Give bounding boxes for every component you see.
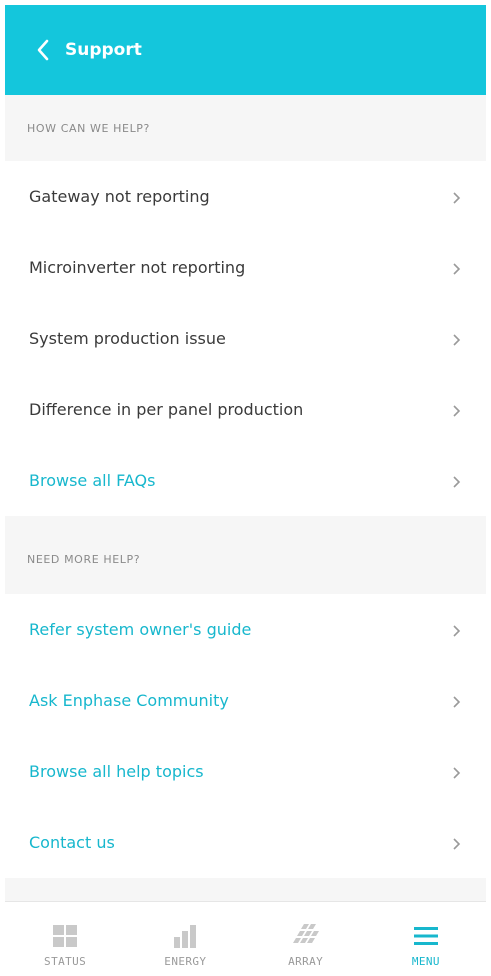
list-item-label: Contact us [29, 833, 115, 852]
more-help-list: Refer system owner's guide Ask Enphase C… [5, 594, 486, 878]
list-item-contact-us[interactable]: Contact us [5, 807, 486, 878]
chevron-right-icon [452, 765, 462, 779]
chevron-right-icon [452, 261, 462, 275]
app-screen: Support HOW CAN WE HELP? Gateway not rep… [5, 5, 486, 971]
list-item-label: Browse all help topics [29, 762, 204, 781]
list-item-browse-faqs[interactable]: Browse all FAQs [5, 445, 486, 516]
app-header: Support [5, 5, 486, 95]
chevron-left-icon[interactable] [35, 38, 51, 62]
list-item-gateway[interactable]: Gateway not reporting [5, 161, 486, 232]
tab-menu[interactable]: MENU [366, 902, 486, 971]
tab-label: STATUS [44, 955, 87, 968]
menu-hamburger-icon [412, 923, 440, 949]
tab-label: MENU [411, 955, 440, 968]
list-item-production-issue[interactable]: System production issue [5, 303, 486, 374]
tab-status[interactable]: STATUS [5, 902, 125, 971]
section-heading-more-help: NEED MORE HELP? [27, 553, 141, 566]
chevron-right-icon [452, 623, 462, 637]
chevron-right-icon [452, 836, 462, 850]
list-item-community[interactable]: Ask Enphase Community [5, 665, 486, 736]
tab-label: ENERGY [164, 955, 207, 968]
list-item-label: Difference in per panel production [29, 400, 304, 419]
section-heading-help: HOW CAN WE HELP? [27, 122, 150, 135]
list-item-label: Microinverter not reporting [29, 258, 246, 277]
tab-energy[interactable]: ENERGY [125, 902, 245, 971]
list-item-help-topics[interactable]: Browse all help topics [5, 736, 486, 807]
list-item-panel-difference[interactable]: Difference in per panel production [5, 374, 486, 445]
bottom-tab-bar: STATUS ENERGY ARRAY MENU [5, 901, 486, 971]
list-item-label: Refer system owner's guide [29, 620, 252, 639]
list-item-microinverter[interactable]: Microinverter not reporting [5, 232, 486, 303]
list-item-label: Ask Enphase Community [29, 691, 229, 710]
list-item-label: Browse all FAQs [29, 471, 156, 490]
page-title: Support [65, 40, 142, 60]
chevron-right-icon [452, 190, 462, 204]
chevron-right-icon [452, 474, 462, 488]
energy-bars-icon [171, 923, 199, 949]
status-grid-icon [51, 923, 79, 949]
chevron-right-icon [452, 403, 462, 417]
help-list: Gateway not reporting Microinverter not … [5, 161, 486, 516]
chevron-right-icon [452, 694, 462, 708]
chevron-right-icon [452, 332, 462, 346]
array-panels-icon [292, 923, 320, 949]
list-item-label: System production issue [29, 329, 226, 348]
tab-label: ARRAY [288, 955, 324, 968]
list-item-owners-guide[interactable]: Refer system owner's guide [5, 594, 486, 665]
list-item-label: Gateway not reporting [29, 187, 210, 206]
tab-array[interactable]: ARRAY [246, 902, 366, 971]
